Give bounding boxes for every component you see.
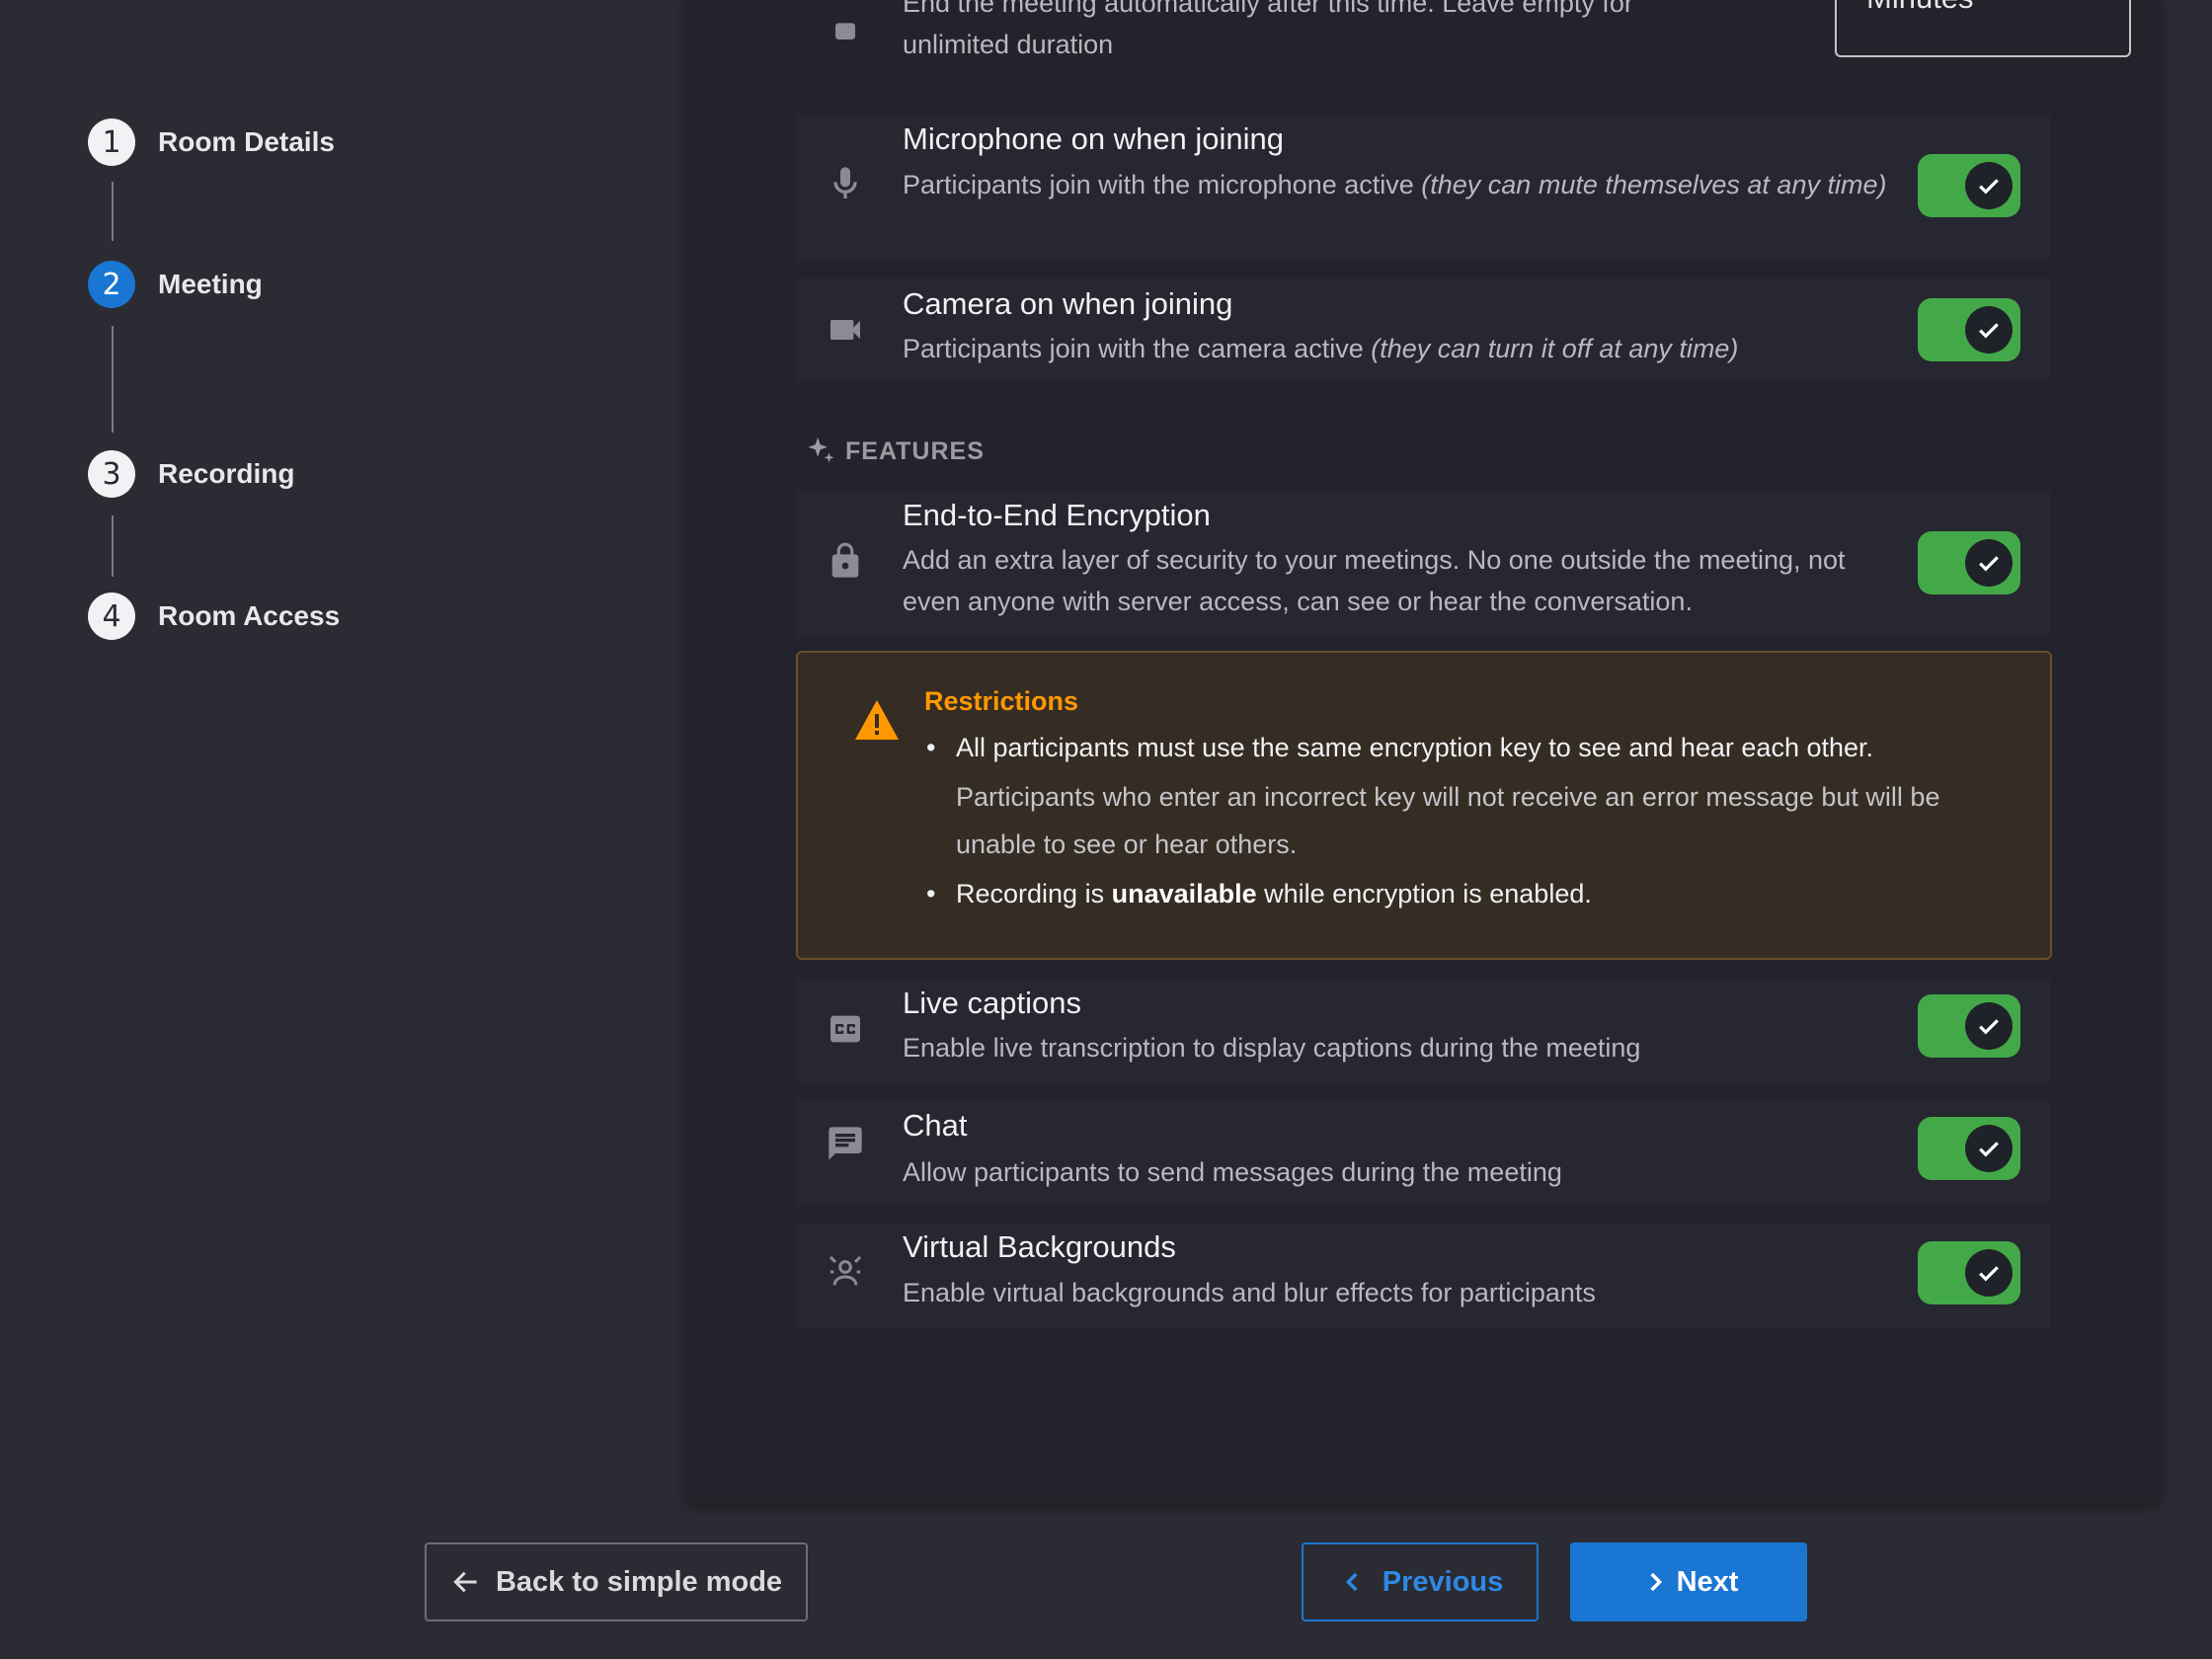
step-connector [112,326,114,433]
back-to-simple-mode-button[interactable]: Back to simple mode [425,1542,808,1621]
step-number: 2 [88,261,135,308]
step-number: 1 [88,118,135,166]
restrictions-alert: Restrictions All participants must use t… [796,651,2052,960]
features-heading-text: FEATURES [845,436,985,465]
duration-description: End the meeting automatically after this… [903,0,1633,59]
captions-title: Live captions [903,986,1081,1020]
encryption-description: Add an extra layer of security to your m… [903,545,1846,616]
captions-toggle[interactable] [1918,994,2020,1058]
chevron-right-icon [1650,1572,1662,1592]
check-icon [1965,306,2013,354]
encryption-setting-row: End-to-End Encryption Add an extra layer… [796,490,2050,636]
restriction-detail: Participants who enter an incorrect key … [956,782,1940,859]
check-icon [1965,1249,2013,1297]
restriction-item: Recording is unavailable while encryptio… [924,874,2020,913]
chat-icon [826,1124,865,1163]
duration-row: End the meeting automatically after this… [796,0,2131,89]
next-button[interactable]: Next [1570,1542,1807,1621]
camera-setting-row: Camera on when joining Participants join… [796,278,2050,381]
encryption-toggle[interactable] [1918,531,2020,594]
next-button-label: Next [1676,1565,1739,1598]
restrictions-title: Restrictions [924,686,1079,716]
meeting-settings-card: End the meeting automatically after this… [685,0,2161,1503]
background-person-icon [826,1252,865,1292]
step-label: Recording [158,458,295,489]
chat-setting-row: Chat Allow participants to send messages… [796,1100,2050,1205]
step-room-access[interactable]: 4 Room Access [88,592,340,640]
sparkle-icon [808,436,834,463]
step-label: Room Details [158,126,335,157]
check-icon [1965,162,2013,209]
timer-icon [826,10,865,49]
backgrounds-description: Enable virtual backgrounds and blur effe… [903,1278,1596,1307]
arrow-left-icon [453,1571,477,1593]
encryption-title: End-to-End Encryption [903,498,1211,532]
microphone-setting-row: Microphone on when joining Participants … [796,115,2050,261]
check-icon [1965,1125,2013,1172]
step-meeting[interactable]: 2 Meeting [88,261,263,308]
features-heading: FEATURES [804,434,985,468]
microphone-toggle[interactable] [1918,154,2020,217]
duration-unit-select[interactable]: Minutes [1835,0,2131,57]
duration-unit-value: Minutes [1866,0,1974,16]
backgrounds-title: Virtual Backgrounds [903,1229,1176,1264]
back-button-label: Back to simple mode [495,1565,783,1598]
chevron-left-icon [1345,1572,1358,1592]
step-number: 3 [88,450,135,498]
backgrounds-setting-row: Virtual Backgrounds Enable virtual backg… [796,1224,2050,1329]
camera-title: Camera on when joining [903,286,1233,321]
chat-toggle[interactable] [1918,1117,2020,1180]
step-label: Room Access [158,600,341,631]
chat-title: Chat [903,1108,968,1143]
step-connector [112,182,114,241]
previous-button[interactable]: Previous [1302,1542,1539,1621]
camera-toggle[interactable] [1918,298,2020,361]
chat-description: Allow participants to send messages duri… [903,1157,1562,1187]
closed-caption-icon [826,1009,865,1049]
step-number: 4 [88,592,135,640]
step-connector [112,515,114,577]
camera-description: Participants join with the camera active… [903,334,1739,363]
microphone-description: Participants join with the microphone ac… [903,170,1887,199]
microphone-title: Microphone on when joining [903,121,1285,156]
check-icon [1965,1002,2013,1050]
videocam-icon [826,310,865,350]
captions-description: Enable live transcription to display cap… [903,1033,1641,1063]
captions-setting-row: Live captions Enable live transcription … [796,978,2050,1082]
step-room-details[interactable]: 1 Room Details [88,118,335,166]
warning-icon [855,700,899,740]
restrictions-list: All participants must use the same encry… [924,728,2020,913]
previous-button-label: Previous [1382,1565,1504,1598]
microphone-icon [826,164,865,203]
backgrounds-toggle[interactable] [1918,1241,2020,1304]
lock-icon [826,541,865,581]
check-icon [1965,539,2013,587]
step-recording[interactable]: 3 Recording [88,450,294,498]
restriction-item: All participants must use the same encry… [924,728,2020,767]
step-label: Meeting [158,269,263,299]
